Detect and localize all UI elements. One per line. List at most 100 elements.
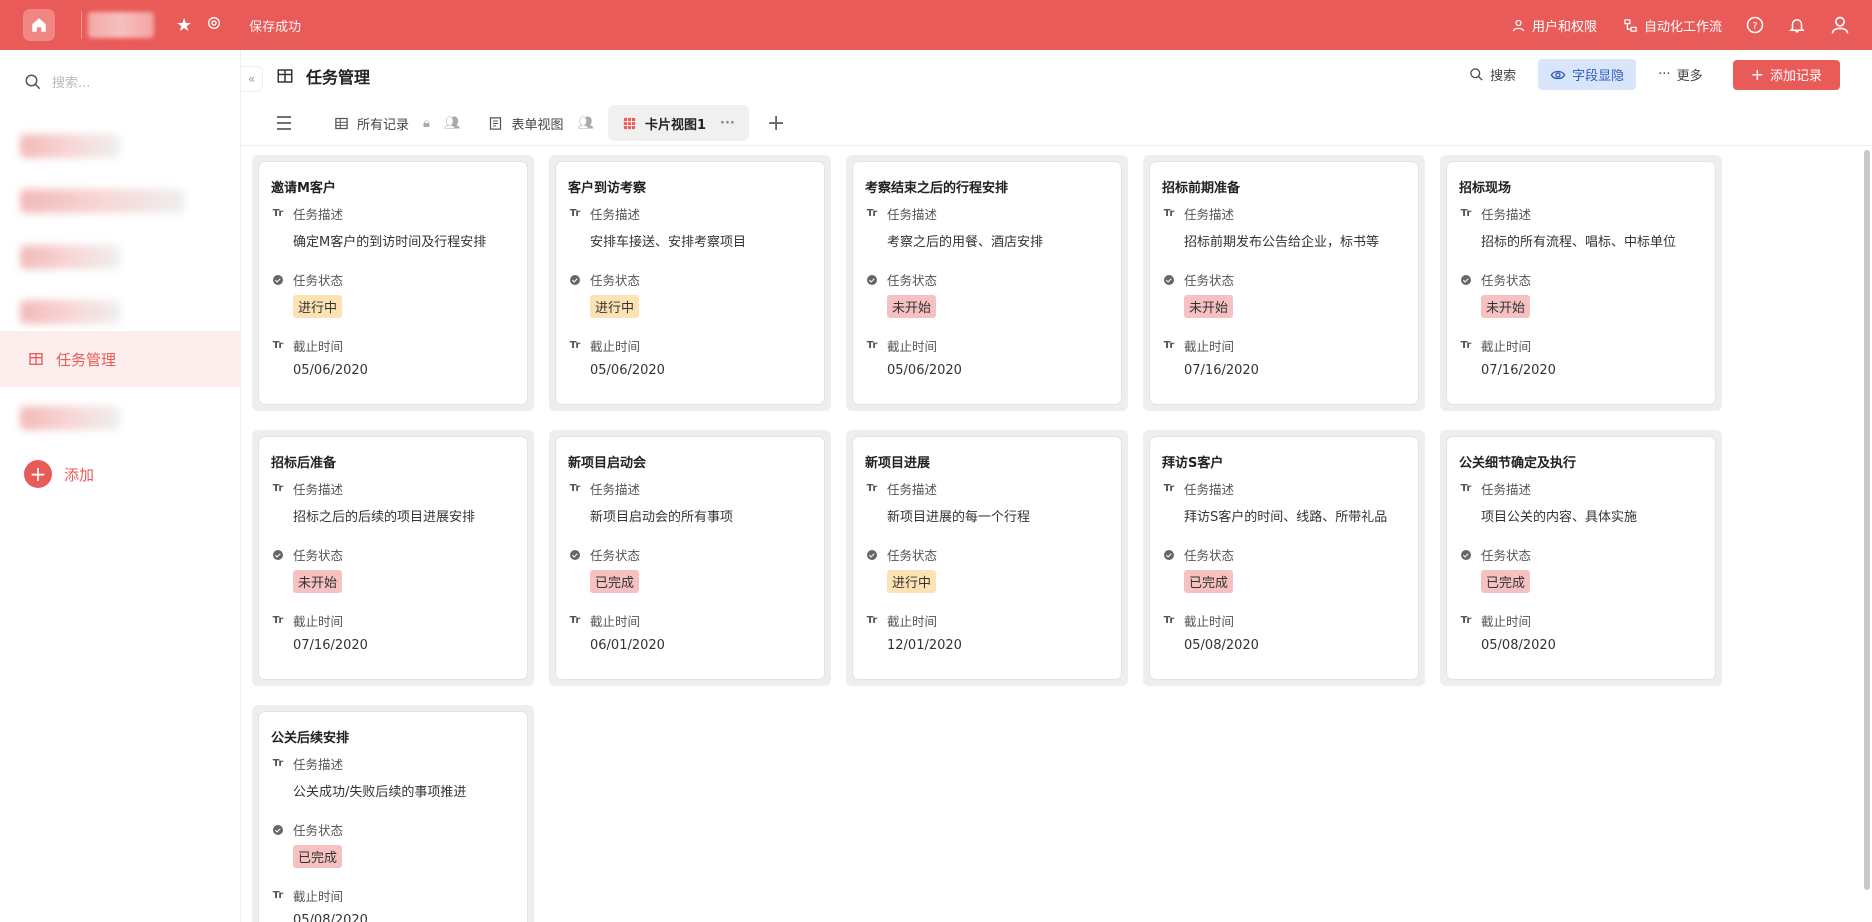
status-field-icon xyxy=(271,274,285,286)
card-slot: 公关细节确定及执行 Tr 任务描述 项目公关的内容、具体实施 任务状态 已完成 Tr 截止时间… xyxy=(1440,430,1722,686)
field-deadline-row: Tr 截止时间 xyxy=(568,611,812,630)
search-button[interactable]: 搜索 xyxy=(1469,65,1516,84)
field-deadline-row: Tr 截止时间 xyxy=(1162,611,1406,630)
text-field-icon: Tr xyxy=(272,340,284,351)
sidebar-search[interactable]: 搜索... xyxy=(24,72,90,91)
field-label: 任务描述 xyxy=(590,482,641,497)
group-icon: 👥︎ xyxy=(577,115,594,131)
page-title-text: 任务管理 xyxy=(306,68,371,87)
card-title: 拜访S客户 xyxy=(1162,456,1224,471)
text-field-icon: Tr xyxy=(1460,483,1472,494)
table-icon xyxy=(277,69,293,83)
card-slot: 招标现场 Tr 任务描述 招标的所有流程、唱标、中标单位 任务状态 未开始 Tr 截止时间 07… xyxy=(1440,155,1722,411)
sidebar-item-blurred[interactable] xyxy=(20,300,120,324)
field-desc-row: Tr 任务描述 xyxy=(1459,204,1703,223)
record-card[interactable]: 邀请M客户 Tr 任务描述 确定M客户的到访时间及行程安排 任务状态 进行中 Tr 截止时间 0… xyxy=(259,162,527,404)
status-field-icon xyxy=(1459,274,1473,286)
record-card[interactable]: 客户到访考察 Tr 任务描述 安排车接送、安排考察项目 任务状态 进行中 Tr 截止时间 05/… xyxy=(556,162,824,404)
status-badge: 进行中 xyxy=(887,570,937,593)
tab-form-view[interactable]: 表单视图 👥︎ xyxy=(474,105,608,141)
text-field-icon: Tr xyxy=(866,340,878,351)
field-label: 截止时间 xyxy=(293,339,344,354)
bell-icon[interactable] xyxy=(1788,16,1806,34)
card-deadline: 06/01/2020 xyxy=(590,638,665,653)
views-menu-button[interactable] xyxy=(276,105,302,141)
card-title: 公关细节确定及执行 xyxy=(1459,456,1577,471)
page-title: 任务管理 xyxy=(276,64,370,88)
main-header: 任务管理 搜索 字段显隐 ··· 更多 + 添加记录 所有记录 🔒︎ 👥︎ 表单… xyxy=(241,50,1872,146)
card-description: 项目公关的内容、具体实施 xyxy=(1481,510,1638,525)
card-title: 新项目启动会 xyxy=(568,456,647,471)
settings-icon[interactable] xyxy=(206,15,222,35)
field-label: 任务状态 xyxy=(590,548,641,563)
more-button[interactable]: ··· 更多 xyxy=(1658,65,1702,84)
field-label: 任务状态 xyxy=(293,548,344,563)
card-description: 新项目进展的每一个行程 xyxy=(887,510,1031,525)
tab-card-view[interactable]: 卡片视图1 ··· xyxy=(607,105,749,141)
field-label: 截止时间 xyxy=(590,614,641,629)
field-label: 任务状态 xyxy=(1184,273,1235,288)
field-visibility-label: 字段显隐 xyxy=(1572,69,1625,84)
sidebar-item-blurred[interactable] xyxy=(20,245,120,269)
sidebar-add-label: 添加 xyxy=(64,465,95,484)
text-field-icon: Tr xyxy=(272,208,284,219)
record-card[interactable]: 公关细节确定及执行 Tr 任务描述 项目公关的内容、具体实施 任务状态 已完成 Tr 截止时间… xyxy=(1447,437,1715,679)
field-label: 截止时间 xyxy=(1184,339,1235,354)
scrollbar[interactable] xyxy=(1864,150,1870,890)
text-field-icon: Tr xyxy=(866,483,878,494)
record-card[interactable]: 拜访S客户 Tr 任务描述 拜访S客户的时间、线路、所带礼品 任务状态 已完成 Tr 截止时间… xyxy=(1150,437,1418,679)
field-label: 任务状态 xyxy=(887,548,938,563)
field-label: 截止时间 xyxy=(293,614,344,629)
field-status-row: 任务状态 xyxy=(271,545,515,564)
sidebar-item-label: 任务管理 xyxy=(56,350,117,369)
field-status-row: 任务状态 xyxy=(568,270,812,289)
tab-more-icon[interactable]: ··· xyxy=(720,116,735,131)
sidebar-item-blurred[interactable] xyxy=(20,189,185,213)
add-view-button[interactable]: + xyxy=(767,111,785,136)
record-card[interactable]: 新项目启动会 Tr 任务描述 新项目启动会的所有事项 任务状态 已完成 Tr 截止时间 06/0… xyxy=(556,437,824,679)
record-card[interactable]: 招标现场 Tr 任务描述 招标的所有流程、唱标、中标单位 任务状态 未开始 Tr 截止时间 07… xyxy=(1447,162,1715,404)
field-deadline-row: Tr 截止时间 xyxy=(1459,611,1703,630)
user-icon xyxy=(1512,19,1525,31)
record-card[interactable]: 招标前期准备 Tr 任务描述 招标前期发布公告给企业，标书等 任务状态 未开始 Tr 截止时间… xyxy=(1150,162,1418,404)
card-slot: 新项目进展 Tr 任务描述 新项目进展的每一个行程 任务状态 进行中 Tr 截止时间 12/01… xyxy=(846,430,1128,686)
status-badge: 未开始 xyxy=(1184,295,1234,318)
home-icon xyxy=(32,18,46,32)
status-field-icon xyxy=(271,824,285,836)
add-record-button[interactable]: + 添加记录 xyxy=(1732,59,1840,90)
field-deadline-row: Tr 截止时间 xyxy=(568,336,812,355)
star-icon[interactable]: ★ xyxy=(176,15,192,36)
tab-label: 所有记录 xyxy=(357,117,410,133)
card-description: 拜访S客户的时间、线路、所带礼品 xyxy=(1184,510,1388,525)
tab-all-records[interactable]: 所有记录 🔒︎ 👥︎ xyxy=(320,105,474,141)
sidebar-add-button[interactable]: + 添加 xyxy=(24,460,94,488)
text-field-icon: Tr xyxy=(569,483,581,494)
sidebar: 搜索... 任务管理 + 添加 xyxy=(0,50,241,922)
record-card[interactable]: 招标后准备 Tr 任务描述 招标之后的后续的项目进展安排 任务状态 未开始 Tr 截止时间 07… xyxy=(259,437,527,679)
users-permissions-button[interactable]: 用户和权限 xyxy=(1511,16,1597,35)
card-deadline: 07/16/2020 xyxy=(1481,363,1556,378)
help-icon[interactable]: ? xyxy=(1746,16,1764,34)
record-card[interactable]: 考察结束之后的行程安排 Tr 任务描述 考察之后的用餐、酒店安排 任务状态 未开始 Tr 截止… xyxy=(853,162,1121,404)
sidebar-item-blurred[interactable] xyxy=(20,406,120,430)
card-description: 考察之后的用餐、酒店安排 xyxy=(887,235,1044,250)
status-badge: 已完成 xyxy=(293,845,343,868)
card-description: 确定M客户的到访时间及行程安排 xyxy=(293,235,487,250)
record-card[interactable]: 新项目进展 Tr 任务描述 新项目进展的每一个行程 任务状态 进行中 Tr 截止时间 12/01… xyxy=(853,437,1121,679)
sidebar-item-task-management[interactable]: 任务管理 xyxy=(0,331,241,387)
card-title: 公关后续安排 xyxy=(271,731,350,746)
sidebar-item-blurred[interactable] xyxy=(20,134,120,158)
record-card[interactable]: 公关后续安排 Tr 任务描述 公关成功/失败后续的事项推进 任务状态 已完成 Tr 截止时间 0… xyxy=(259,712,527,922)
group-icon: 👥︎ xyxy=(443,115,461,131)
card-description: 公关成功/失败后续的事项推进 xyxy=(293,785,467,800)
field-visibility-button[interactable]: 字段显隐 xyxy=(1538,59,1637,90)
status-badge: 已完成 xyxy=(1481,570,1531,593)
card-slot: 邀请M客户 Tr 任务描述 确定M客户的到访时间及行程安排 任务状态 进行中 Tr 截止时间 0… xyxy=(252,155,534,411)
home-button[interactable] xyxy=(23,9,55,41)
topbar-divider xyxy=(81,11,82,39)
card-board: 邀请M客户 Tr 任务描述 确定M客户的到访时间及行程安排 任务状态 进行中 Tr 截止时间 0… xyxy=(241,147,1864,922)
field-status-row: 任务状态 xyxy=(1459,270,1703,289)
automation-button[interactable]: 自动化工作流 xyxy=(1623,16,1722,35)
account-icon[interactable] xyxy=(1830,15,1850,35)
card-title: 招标前期准备 xyxy=(1162,181,1241,196)
